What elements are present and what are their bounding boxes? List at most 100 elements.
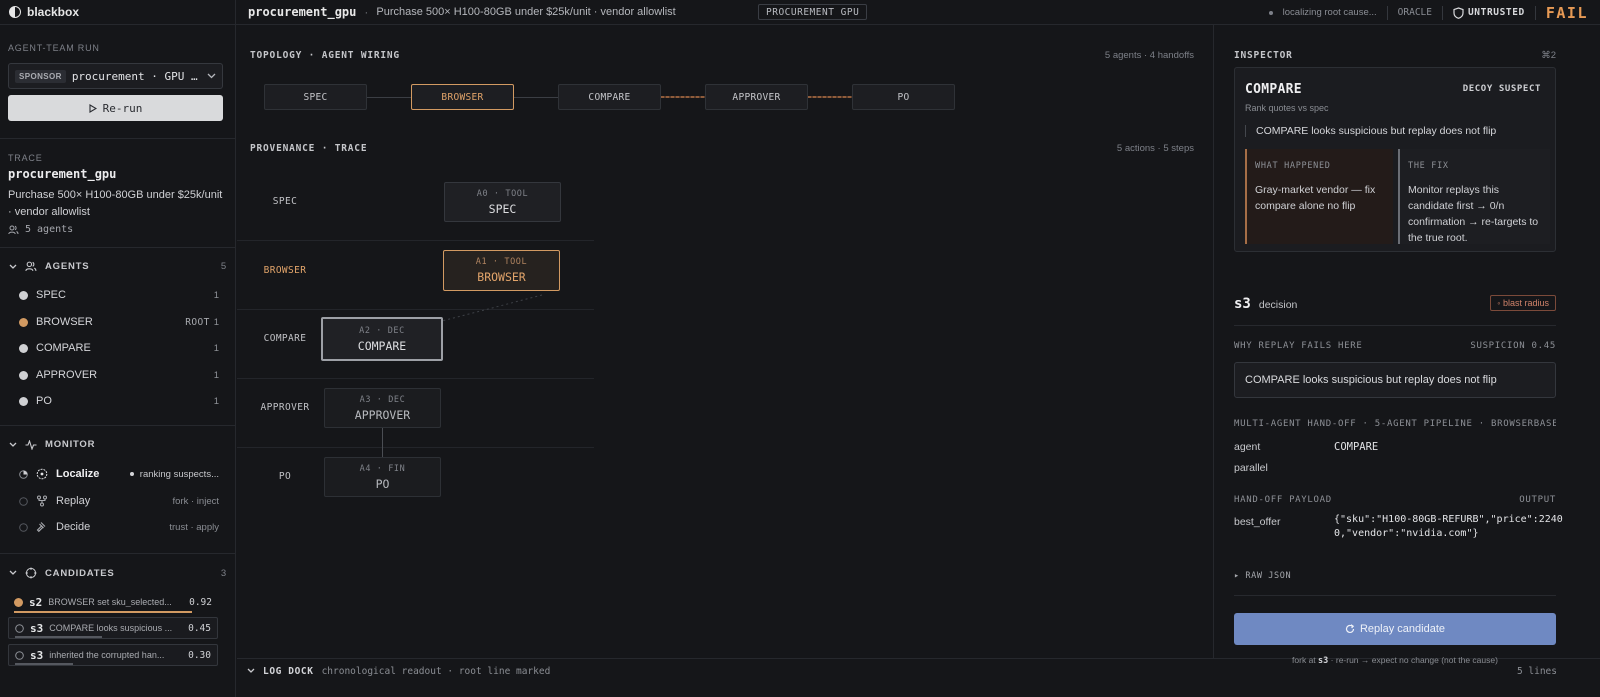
trace-node-a3-approver[interactable]: A3 · DEC APPROVER xyxy=(324,388,441,428)
divider xyxy=(0,425,236,426)
agent-name: BROWSER xyxy=(36,316,93,328)
inspector-quote: COMPARE looks suspicious but replay does… xyxy=(1245,125,1496,137)
candidate-item[interactable]: s3 inherited the corrupted han... 0.30 xyxy=(8,644,218,666)
handoff-agent-row: agent COMPARE xyxy=(1234,441,1378,453)
refresh-icon xyxy=(1345,624,1355,634)
trace-node-a2-compare[interactable]: A2 · DEC COMPARE xyxy=(321,317,443,361)
payload-value: {"sku":"H100-80GB-REFURB","price":22400,… xyxy=(1334,514,1563,539)
top-status-area: localizing root cause... ORACLE UNTRUSTE… xyxy=(1268,0,1588,25)
divider xyxy=(1386,5,1388,20)
chevron-down-icon xyxy=(247,668,255,673)
trace-agents-text: 5 agents xyxy=(25,224,74,235)
candidates-group-header[interactable]: CANDIDATES 3 xyxy=(9,567,227,579)
monitor-step-replay[interactable]: Replay fork · inject xyxy=(19,491,219,511)
why-replay-box: COMPARE looks suspicious but replay does… xyxy=(1234,362,1556,398)
lane-divider xyxy=(237,378,594,379)
shield-icon xyxy=(1453,6,1464,19)
replay-note-step: s3 xyxy=(1318,656,1329,666)
topology-node-browser[interactable]: BROWSER xyxy=(411,84,514,110)
target-icon xyxy=(36,468,48,480)
candidate-item-selected[interactable]: s3 COMPARE looks suspicious ... 0.45 xyxy=(8,617,218,639)
trace-section-label: TRACE xyxy=(8,153,43,163)
oracle-label[interactable]: ORACLE xyxy=(1398,7,1432,18)
topology-node-spec[interactable]: SPEC xyxy=(264,84,367,110)
trace-node-a4-po[interactable]: A4 · FIN PO xyxy=(324,457,441,497)
divider xyxy=(1234,595,1556,596)
node-kind: A3 · DEC xyxy=(359,394,406,405)
verdict-badge: FAIL xyxy=(1545,3,1588,22)
node-kind: A2 · DEC xyxy=(359,325,405,336)
trace-node-a1-browser[interactable]: A1 · TOOL BROWSER xyxy=(443,250,560,291)
candidates-count: 3 xyxy=(220,567,227,579)
log-dock-line-count: 5 lines xyxy=(1516,665,1557,677)
rerun-label: Re-run xyxy=(102,101,143,115)
divider xyxy=(0,247,236,248)
inspector-title: COMPARE xyxy=(1245,82,1302,97)
agent-count: ROOT 1 xyxy=(185,317,219,328)
raw-json-toggle[interactable]: ▸ RAW JSON xyxy=(1234,571,1291,581)
topology-label: TOPOLOGY · AGENT WIRING xyxy=(250,50,400,61)
node-name: COMPARE xyxy=(357,338,407,353)
handoff-agent-key: agent xyxy=(1234,441,1261,453)
candidates-group-label: CANDIDATES xyxy=(45,567,115,579)
root-dot-icon xyxy=(19,317,28,327)
candidate-step: s3 xyxy=(30,621,44,635)
monitor-step-meta: trust · apply xyxy=(169,521,219,533)
check-circle-icon xyxy=(19,343,28,353)
monitor-step-name: Localize xyxy=(56,468,100,480)
untrusted-label: UNTRUSTED xyxy=(1467,7,1525,18)
sponsor-select[interactable]: SPONSOR procurement · GPU … xyxy=(8,63,223,89)
replay-candidate-label: Replay candidate xyxy=(1359,623,1445,635)
progress-pie-icon xyxy=(19,469,28,479)
agent-name: COMPARE xyxy=(36,342,91,354)
untrusted-badge[interactable]: UNTRUSTED xyxy=(1453,6,1525,19)
handoff-agent-value: COMPARE xyxy=(1334,441,1379,453)
what-happened-text: Gray-market vendor — fix compare alone n… xyxy=(1255,184,1376,212)
monitor-step-name: Replay xyxy=(56,495,91,507)
topology-node-compare[interactable]: COMPARE xyxy=(558,84,661,110)
candidate-text: inherited the corrupted han... xyxy=(49,650,165,660)
inspector-panel: INSPECTOR ⌘2 COMPARE Rank quotes vs spec… xyxy=(1213,25,1600,666)
main-canvas: TOPOLOGY · AGENT WIRING 5 agents · 4 han… xyxy=(237,25,1212,658)
chevron-down-icon xyxy=(9,570,17,575)
chevron-down-icon xyxy=(9,442,17,447)
suspicion-score: SUSPICION 0.45 xyxy=(1470,341,1556,351)
agent-item-po[interactable]: PO 1 xyxy=(19,391,219,411)
status-dot-icon xyxy=(1268,10,1273,15)
what-happened-heading: WHAT HAPPENED xyxy=(1255,161,1331,171)
agent-item-compare[interactable]: COMPARE 1 xyxy=(19,338,219,358)
agent-item-browser[interactable]: BROWSER ROOT 1 xyxy=(19,312,219,332)
lane-label-compare: COMPARE xyxy=(263,333,307,344)
monitor-step-meta-text: ranking suspects... xyxy=(139,468,219,480)
node-kind: A1 · TOOL xyxy=(475,257,528,267)
candidate-item[interactable]: s2 BROWSER set sku_selected... 0.92 xyxy=(8,591,218,613)
trace-title: procurement_gpu xyxy=(8,167,117,181)
replay-candidate-button[interactable]: Replay candidate xyxy=(1234,613,1556,645)
replay-note: fork at s3 · re-run → expect no change (… xyxy=(1234,655,1556,666)
agents-group-header[interactable]: AGENTS 5 xyxy=(9,261,227,272)
monitor-step-decide[interactable]: Decide trust · apply xyxy=(19,517,219,537)
trace-agent-count: 5 agents xyxy=(8,224,73,235)
brand[interactable]: blackbox xyxy=(0,0,236,25)
check-circle-icon xyxy=(19,290,28,300)
run-separator: · xyxy=(364,5,369,19)
monitor-step-localize[interactable]: Localize ranking suspects... xyxy=(19,464,219,484)
agent-item-approver[interactable]: APPROVER 1 xyxy=(19,365,219,385)
check-circle-icon xyxy=(19,396,28,406)
pending-circle-icon xyxy=(19,496,28,506)
topology-wire xyxy=(367,97,411,98)
topology-node-approver[interactable]: APPROVER xyxy=(705,84,808,110)
root-dot-icon xyxy=(14,597,23,607)
step-id: s3 xyxy=(1234,296,1251,312)
crosshair-icon xyxy=(25,567,37,579)
trace-label: PROVENANCE · TRACE xyxy=(250,143,368,154)
play-icon xyxy=(89,103,97,113)
trace-node-a0-spec[interactable]: A0 · TOOL SPEC xyxy=(444,182,561,222)
rerun-button[interactable]: Re-run xyxy=(8,95,223,121)
monitor-group-header[interactable]: MONITOR xyxy=(9,439,227,450)
blast-radius-button[interactable]: ◦ blast radius xyxy=(1490,295,1556,311)
agent-item-spec[interactable]: SPEC 1 xyxy=(19,285,219,305)
handoff-label: MULTI-AGENT HAND-OFF · 5-AGENT PIPELINE … xyxy=(1234,419,1556,429)
topology-node-po[interactable]: PO xyxy=(852,84,955,110)
divider xyxy=(1234,325,1556,326)
